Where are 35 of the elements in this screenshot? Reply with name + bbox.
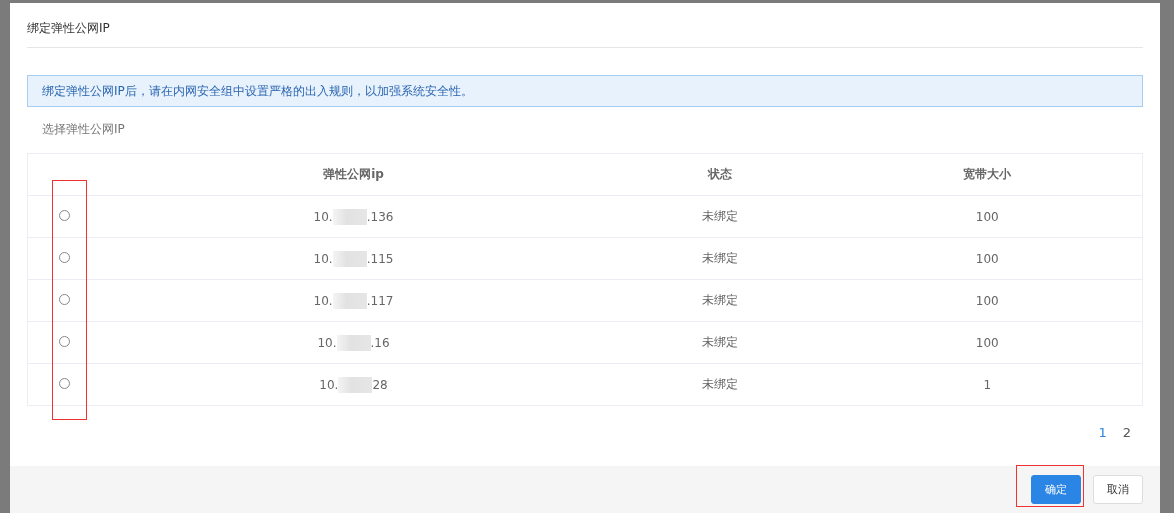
status-text: 未绑定 xyxy=(701,293,738,307)
confirm-button[interactable]: 确定 xyxy=(1031,475,1081,504)
bandwidth-text: 100 xyxy=(975,335,999,350)
status-text: 未绑定 xyxy=(701,335,738,349)
bandwidth-text: 1 xyxy=(983,377,992,392)
status-text: 未绑定 xyxy=(701,209,738,223)
section-label: 选择弹性公网IP xyxy=(41,121,126,138)
redaction-blur xyxy=(338,376,373,393)
page-link[interactable]: 1 xyxy=(1098,425,1107,453)
page-link[interactable]: 2 xyxy=(1122,425,1131,453)
ip-text: .16 xyxy=(370,335,390,350)
cancel-button[interactable]: 取消 xyxy=(1093,475,1143,504)
redaction-blur xyxy=(332,208,367,225)
column-header: 状态 xyxy=(707,167,732,181)
column-header: 宽带大小 xyxy=(963,167,1012,181)
ip-text: .117 xyxy=(366,293,394,308)
ip-text: 28 xyxy=(372,377,388,392)
bandwidth-text: 100 xyxy=(975,209,999,224)
status-text: 未绑定 xyxy=(701,251,738,265)
status-text: 未绑定 xyxy=(701,377,738,391)
ip-text: 10. xyxy=(313,209,333,224)
notice-banner: 绑定弹性公网IP后，请在内网安全组中设置严格的出入规则，以加强系统安全性。 xyxy=(27,75,1143,107)
ip-text: 10. xyxy=(313,251,333,266)
ip-text: 10. xyxy=(317,335,337,350)
ip-text: .136 xyxy=(366,209,394,224)
bandwidth-text: 100 xyxy=(975,251,999,266)
redaction-blur xyxy=(336,334,371,351)
redaction-blur xyxy=(332,250,367,267)
ip-text: 10. xyxy=(313,293,333,308)
ip-text: .115 xyxy=(366,251,394,266)
column-header: 弹性公网ip xyxy=(323,167,384,181)
ip-text: 10. xyxy=(319,377,339,392)
bandwidth-text: 100 xyxy=(975,293,999,308)
dialog-title: 绑定弹性公网IP xyxy=(27,3,1143,48)
redaction-blur xyxy=(332,292,367,309)
